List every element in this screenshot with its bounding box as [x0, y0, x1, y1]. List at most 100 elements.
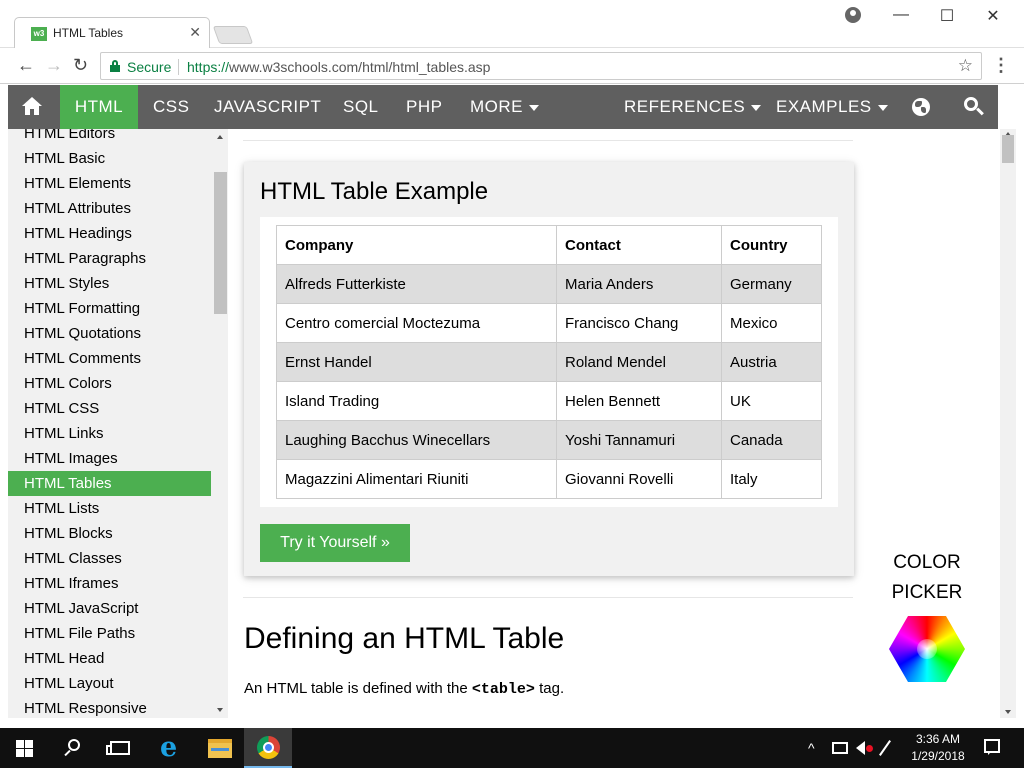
scroll-down-icon[interactable] [217, 708, 223, 712]
nav-references-label: REFERENCES [624, 97, 746, 116]
taskbar-search-icon[interactable] [64, 739, 82, 757]
nav-css[interactable]: CSS [153, 85, 189, 129]
tab-title: HTML Tables [53, 26, 124, 40]
pen-icon[interactable] [879, 740, 891, 756]
nav-php[interactable]: PHP [406, 85, 442, 129]
color-picker-label-line1: COLOR [893, 552, 961, 573]
sidebar-item-html-images[interactable]: HTML Images [8, 446, 211, 471]
sidebar-item-html-css[interactable]: HTML CSS [8, 396, 211, 421]
new-tab-button[interactable] [212, 26, 254, 44]
main-content: HTML Table Example Company Contact Count… [228, 129, 1000, 718]
minimize-button[interactable]: — [878, 6, 924, 26]
profile-icon[interactable] [845, 7, 861, 23]
table-cell: Italy [721, 459, 822, 499]
table-header: Country [721, 225, 822, 265]
secure-label: Secure [127, 59, 172, 75]
file-explorer-icon[interactable] [208, 739, 232, 758]
example-table: Company Contact Country Alfreds Futterki… [276, 225, 822, 499]
table-row: Magazzini Alimentari Riuniti Giovanni Ro… [276, 459, 822, 499]
page-scrollbar[interactable] [1000, 129, 1016, 718]
task-view-icon[interactable] [106, 741, 130, 755]
home-icon[interactable] [22, 97, 42, 115]
maximize-button[interactable]: ☐ [924, 6, 970, 26]
nav-more[interactable]: MORE [470, 85, 539, 129]
caret-down-icon [529, 104, 539, 111]
scroll-down-icon[interactable] [1005, 710, 1011, 714]
nav-sql[interactable]: SQL [343, 85, 379, 129]
example-title: HTML Table Example [260, 178, 489, 205]
table-cell: Maria Anders [556, 264, 722, 304]
tab-close-icon[interactable]: ✕ [189, 24, 201, 41]
sidebar-item-html-paragraphs[interactable]: HTML Paragraphs [8, 246, 211, 271]
browser-menu-icon[interactable]: ⋮ [992, 55, 1010, 76]
table-cell: Canada [721, 420, 822, 460]
sidebar-item-html-iframes[interactable]: HTML Iframes [8, 571, 211, 596]
sidebar-item-html-layout[interactable]: HTML Layout [8, 671, 211, 696]
table-cell: Island Trading [276, 381, 557, 421]
sidebar-item-html-editors[interactable]: HTML Editors [8, 129, 211, 146]
w3schools-favicon-icon: w3 [31, 27, 47, 41]
table-tag-code: <table> [471, 681, 535, 698]
divider [243, 597, 853, 598]
table-header: Company [276, 225, 557, 265]
table-cell: Germany [721, 264, 822, 304]
sidebar-item-html-file-paths[interactable]: HTML File Paths [8, 621, 211, 646]
nav-html[interactable]: HTML [60, 85, 138, 129]
taskbar-clock[interactable]: 3:36 AM 1/29/2018 [902, 731, 974, 765]
sidebar-scrollbar[interactable] [213, 129, 228, 718]
url-text[interactable]: https://www.w3schools.com/html/html_tabl… [187, 59, 490, 75]
globe-icon[interactable] [912, 98, 930, 116]
browser-tab[interactable]: w3 HTML Tables ✕ [14, 17, 210, 48]
back-button[interactable]: ← [17, 55, 35, 76]
windows-start-icon[interactable] [16, 740, 33, 757]
color-picker-label[interactable]: COLOR PICKER [868, 548, 986, 608]
sidebar-item-html-tables[interactable]: HTML Tables [8, 471, 211, 496]
try-it-yourself-button[interactable]: Try it Yourself » [260, 524, 410, 562]
nav-references[interactable]: REFERENCES [624, 85, 762, 129]
tray-chevron-icon[interactable]: ^ [808, 740, 815, 756]
volume-muted-icon[interactable] [856, 741, 865, 755]
sidebar-item-html-responsive[interactable]: HTML Responsive [8, 696, 211, 718]
reload-button[interactable]: ↻ [73, 55, 88, 76]
sidebar-item-html-comments[interactable]: HTML Comments [8, 346, 211, 371]
sidebar-item-html-attributes[interactable]: HTML Attributes [8, 196, 211, 221]
sidebar-item-html-colors[interactable]: HTML Colors [8, 371, 211, 396]
table-cell: Alfreds Futterkiste [276, 264, 557, 304]
internet-explorer-icon[interactable]: e [160, 734, 184, 761]
close-window-button[interactable]: ✕ [970, 6, 1016, 26]
browser-toolbar: ← → ↻ Secure https://www.w3schools.com/h… [0, 48, 1024, 84]
para-text-before: An HTML table is defined with the [244, 680, 472, 697]
table-cell: Helen Bennett [556, 381, 722, 421]
sidebar-item-html-lists[interactable]: HTML Lists [8, 496, 211, 521]
sidebar-item-html-blocks[interactable]: HTML Blocks [8, 521, 211, 546]
chrome-icon[interactable] [257, 736, 280, 759]
search-icon[interactable] [964, 97, 984, 117]
table-cell: UK [721, 381, 822, 421]
sidebar-item-html-elements[interactable]: HTML Elements [8, 171, 211, 196]
address-bar[interactable]: Secure https://www.w3schools.com/html/ht… [100, 52, 982, 80]
sidebar-item-html-formatting[interactable]: HTML Formatting [8, 296, 211, 321]
sidebar-item-html-head[interactable]: HTML Head [8, 646, 211, 671]
lock-icon [110, 60, 120, 72]
nav-examples[interactable]: EXAMPLES [776, 85, 888, 129]
sidebar-item-html-classes[interactable]: HTML Classes [8, 546, 211, 571]
page-scroll-thumb[interactable] [1002, 135, 1014, 163]
bookmark-star-icon[interactable]: ☆ [958, 56, 973, 76]
sidebar-item-html-basic[interactable]: HTML Basic [8, 146, 211, 171]
table-row: Island Trading Helen Bennett UK [276, 381, 822, 421]
sidebar-item-html-quotations[interactable]: HTML Quotations [8, 321, 211, 346]
network-icon[interactable] [832, 742, 848, 754]
sidebar-item-html-links[interactable]: HTML Links [8, 421, 211, 446]
sidebar-item-html-headings[interactable]: HTML Headings [8, 221, 211, 246]
nav-examples-label: EXAMPLES [776, 97, 872, 116]
forward-button[interactable]: → [45, 55, 63, 76]
nav-javascript[interactable]: JAVASCRIPT [214, 85, 321, 129]
scroll-up-icon[interactable] [217, 135, 223, 139]
sidebar-item-html-javascript[interactable]: HTML JavaScript [8, 596, 211, 621]
sidebar-scroll-thumb[interactable] [214, 172, 227, 314]
table-header: Contact [556, 225, 722, 265]
example-output: Company Contact Country Alfreds Futterki… [260, 217, 838, 507]
table-cell: Ernst Handel [276, 342, 557, 382]
action-center-icon[interactable] [984, 739, 1000, 755]
sidebar-item-html-styles[interactable]: HTML Styles [8, 271, 211, 296]
